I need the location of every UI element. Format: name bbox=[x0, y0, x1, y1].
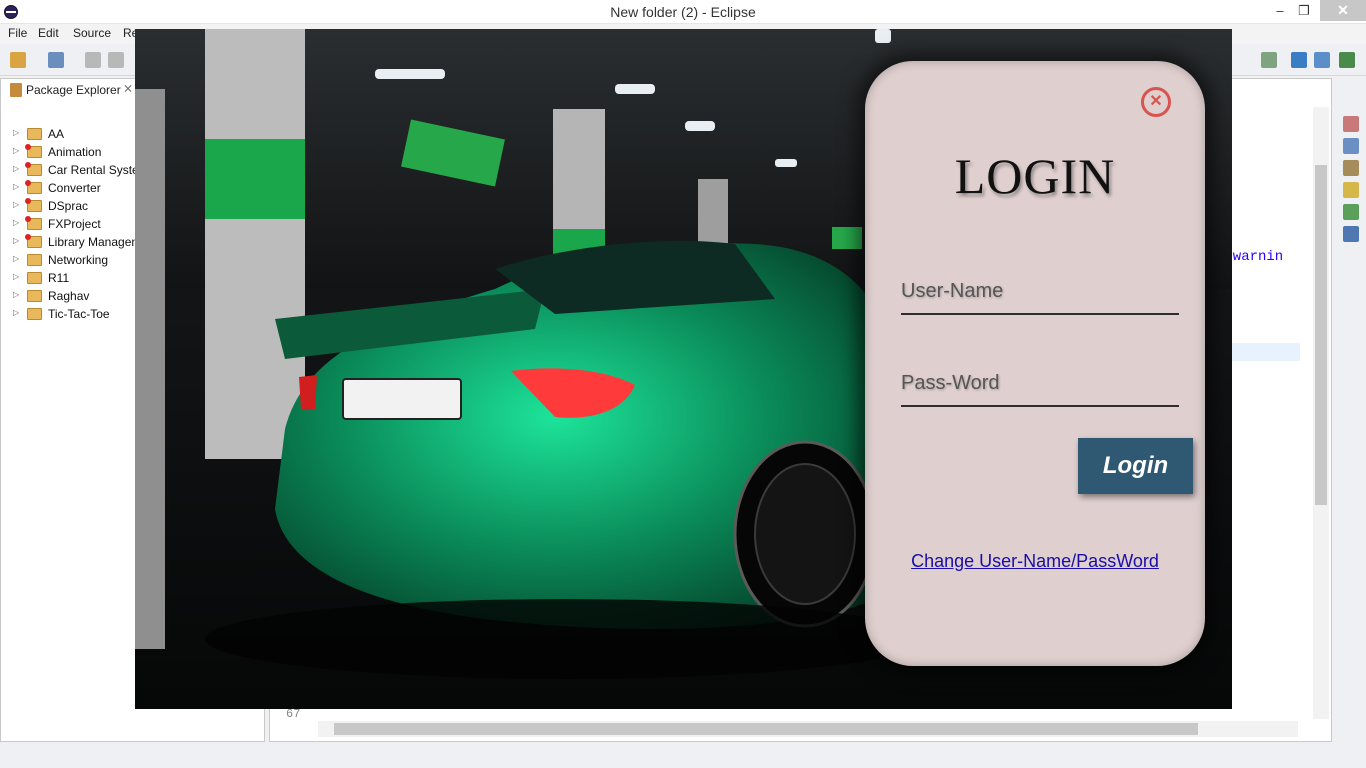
tree-item-label: Networking bbox=[48, 253, 109, 267]
project-folder-icon bbox=[25, 162, 42, 176]
expand-arrow-icon[interactable]: ▷ bbox=[13, 218, 19, 227]
project-folder-icon bbox=[25, 198, 42, 212]
close-view-icon[interactable]: ⨯ bbox=[123, 81, 133, 95]
project-folder-icon bbox=[27, 272, 42, 284]
login-window: ✕ LOGIN Login Change User-Name/PassWord bbox=[135, 29, 1232, 709]
tree-item-label: Converter bbox=[48, 181, 101, 195]
project-folder-icon bbox=[25, 180, 42, 194]
line-number: 67 bbox=[286, 707, 301, 721]
close-window-button[interactable]: ✕ bbox=[1320, 0, 1366, 21]
menu-source[interactable]: Source bbox=[73, 26, 111, 40]
menu-edit[interactable]: Edit bbox=[38, 26, 59, 40]
console-icon[interactable] bbox=[1343, 226, 1359, 242]
expand-arrow-icon[interactable]: ▷ bbox=[13, 254, 19, 263]
tree-item-label: Animation bbox=[48, 145, 102, 159]
tree-item-label: Raghav bbox=[48, 289, 90, 303]
tree-item-label: Tic-Tac-Toe bbox=[48, 307, 110, 321]
project-folder-icon bbox=[25, 234, 42, 248]
tree-item-label: FXProject bbox=[48, 217, 101, 231]
save-icon[interactable] bbox=[85, 52, 101, 68]
expand-arrow-icon[interactable]: ▷ bbox=[13, 182, 19, 191]
maximize-button[interactable]: ❐ bbox=[1291, 0, 1317, 22]
debug-perspective-icon[interactable] bbox=[1314, 52, 1330, 68]
tree-item-label: Car Rental Syster bbox=[48, 163, 143, 177]
menu-file[interactable]: File bbox=[8, 26, 27, 40]
java-perspective-icon[interactable] bbox=[1291, 52, 1307, 68]
login-title: LOGIN bbox=[954, 148, 1116, 204]
tree-item-label: R11 bbox=[48, 271, 70, 285]
expand-arrow-icon[interactable]: ▷ bbox=[13, 128, 19, 137]
side-view-strip bbox=[1336, 78, 1366, 742]
tree-item-label: Library Managen bbox=[48, 235, 139, 249]
title-bar: New folder (2) - Eclipse – ❐ ✕ bbox=[0, 0, 1366, 24]
password-field[interactable] bbox=[901, 367, 1179, 407]
login-button[interactable]: Login bbox=[1078, 438, 1193, 494]
expand-arrow-icon[interactable]: ▷ bbox=[13, 164, 19, 173]
horizontal-scroll-thumb[interactable] bbox=[334, 723, 1198, 735]
username-field[interactable] bbox=[901, 275, 1179, 315]
close-login-button[interactable]: ✕ bbox=[1141, 87, 1171, 117]
project-folder-icon bbox=[27, 290, 42, 302]
search-icon[interactable] bbox=[1343, 182, 1359, 198]
tree-item-label: DSprac bbox=[48, 199, 89, 213]
minimize-button[interactable]: – bbox=[1267, 0, 1293, 22]
status-bar bbox=[0, 744, 1366, 768]
expand-arrow-icon[interactable]: ▷ bbox=[13, 236, 19, 245]
open-perspective-icon[interactable] bbox=[1261, 52, 1277, 68]
project-folder-icon bbox=[25, 216, 42, 230]
new-package-icon[interactable] bbox=[48, 52, 64, 68]
tree-item-label: AA bbox=[48, 127, 65, 141]
package-explorer-title: Package Explorer bbox=[26, 83, 121, 97]
project-folder-icon bbox=[27, 128, 42, 140]
expand-arrow-icon[interactable]: ▷ bbox=[13, 272, 19, 281]
vertical-scroll-thumb[interactable] bbox=[1315, 165, 1327, 505]
expand-arrow-icon[interactable]: ▷ bbox=[13, 308, 19, 317]
expand-arrow-icon[interactable]: ▷ bbox=[13, 146, 19, 155]
window-title: New folder (2) - Eclipse bbox=[610, 4, 756, 20]
project-folder-icon bbox=[27, 308, 42, 320]
outline-icon[interactable] bbox=[1343, 116, 1359, 132]
project-folder-icon bbox=[27, 254, 42, 266]
login-card: ✕ LOGIN Login Change User-Name/PassWord bbox=[865, 61, 1205, 666]
change-credentials-link[interactable]: Change User-Name/PassWord bbox=[865, 551, 1205, 572]
save-all-icon[interactable] bbox=[108, 52, 124, 68]
bug-icon[interactable] bbox=[1339, 52, 1355, 68]
progress-icon[interactable] bbox=[1343, 204, 1359, 220]
package-explorer-icon bbox=[10, 83, 22, 97]
javadoc-icon[interactable] bbox=[1343, 138, 1359, 154]
project-folder-icon bbox=[25, 144, 42, 158]
expand-arrow-icon[interactable]: ▷ bbox=[13, 200, 19, 209]
expand-arrow-icon[interactable]: ▷ bbox=[13, 290, 19, 299]
declaration-icon[interactable] bbox=[1343, 160, 1359, 176]
close-icon: ✕ bbox=[1149, 93, 1163, 110]
new-icon[interactable] bbox=[10, 52, 26, 68]
